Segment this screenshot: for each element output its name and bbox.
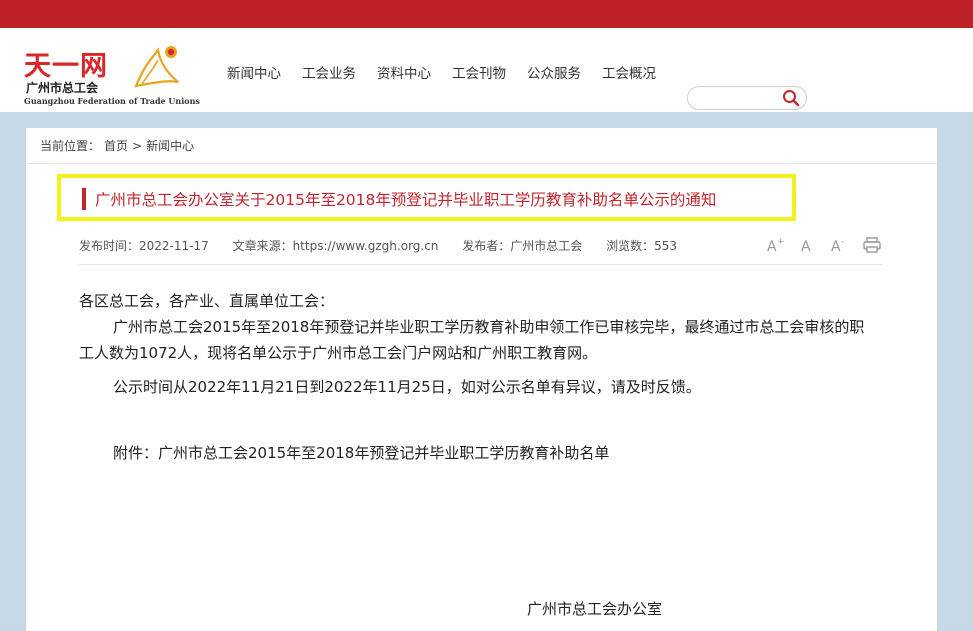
article-salutation: 各区总工会，各产业、直属单位工会： [79,292,335,310]
nav-item-about[interactable]: 工会概况 [602,62,656,82]
article-title-highlight: 广州市总工会办公室关于2015年至2018年预登记并毕业职工学历教育补助名单公示… [57,174,796,221]
article-publisher: 发布者：广州市总工会 [462,239,583,253]
article-meta: 发布时间：2022-11-17 文章来源：https://www.gzgh.or… [79,237,697,254]
search-box [687,86,807,110]
article-body: 各区总工会，各产业、直属单位工会： 广州市总工会2015年至2018年预登记并毕… [79,288,879,466]
site-header: 天一网 广州市总工会 Guangzhou Federation of Trade… [0,28,973,112]
breadcrumb-home[interactable]: 首页 [104,139,128,153]
print-icon[interactable] [862,236,882,254]
article-title: 广州市总工会办公室关于2015年至2018年预登记并毕业职工学历教育补助名单公示… [95,191,717,209]
title-accent-bar [82,188,86,210]
font-smaller-icon[interactable]: A - [830,236,850,254]
nav-item-resources[interactable]: 资料中心 [377,62,431,82]
svg-text:A: A [767,239,777,254]
main-nav: 新闻中心 工会业务 资料中心 工会刊物 公众服务 工会概况 [227,62,677,82]
view-count: 浏览数：553 [606,239,677,253]
svg-text:+: + [777,237,785,247]
breadcrumb-divider [26,163,937,164]
meta-divider [79,264,882,265]
breadcrumb-prefix: 当前位置： [40,139,101,153]
breadcrumb-news[interactable]: 新闻中心 [146,139,194,153]
nav-item-union-business[interactable]: 工会业务 [302,62,356,82]
font-larger-icon[interactable]: A + [766,236,786,254]
font-normal-icon[interactable]: A [798,236,818,254]
article-paragraph: 广州市总工会2015年至2018年预登记并毕业职工学历教育补助申领工作已审核完毕… [79,318,865,362]
svg-text:A: A [831,239,841,254]
nav-item-news[interactable]: 新闻中心 [227,62,281,82]
logo-english: Guangzhou Federation of Trade Unions [24,96,200,106]
article-source: 文章来源：https://www.gzgh.org.cn [232,239,439,253]
nav-item-publications[interactable]: 工会刊物 [452,62,506,82]
nav-item-public-services[interactable]: 公众服务 [527,62,581,82]
svg-text:-: - [841,237,844,247]
search-icon[interactable] [782,89,800,111]
top-red-bar [0,0,973,28]
breadcrumb-separator: > [132,139,143,153]
logo-subtitle: 广州市总工会 [26,81,99,95]
article-paragraph: 公示时间从2022年11月21日到2022年11月25日，如对公示名单有异议，请… [113,378,701,396]
article-signature: 广州市总工会办公室 [527,600,663,618]
site-logo[interactable]: 天一网 广州市总工会 Guangzhou Federation of Trade… [24,42,200,108]
content-panel: 当前位置： 首页 > 新闻中心 广州市总工会办公室关于2015年至2018年预登记并毕… [26,128,937,631]
search-input[interactable] [698,90,782,108]
breadcrumb: 当前位置： 首页 > 新闻中心 [40,137,198,154]
logo-emblem-icon [134,46,179,88]
logo-title: 天一网 [24,51,108,82]
article-attachment[interactable]: 附件：广州市总工会2015年至2018年预登记并毕业职工学历教育补助名单 [79,440,879,466]
publish-date: 发布时间：2022-11-17 [79,239,209,253]
article-tools: A + A A - [766,236,894,254]
svg-text:A: A [801,239,811,254]
